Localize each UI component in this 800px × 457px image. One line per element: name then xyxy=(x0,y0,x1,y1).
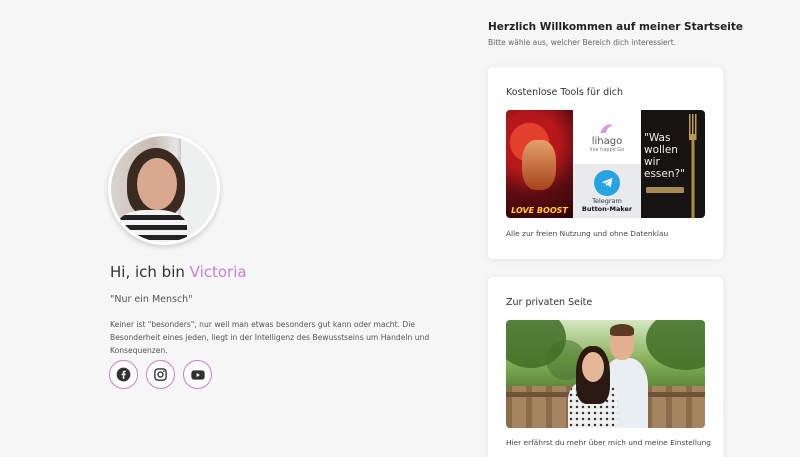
profile-bio: Keiner ist "besonders", nur weil man etw… xyxy=(110,320,430,355)
tools-card[interactable]: Kostenlose Tools für dich LOVE BOOST lih… xyxy=(488,67,723,259)
lihago-tile[interactable]: lihago live happy Go xyxy=(573,110,641,164)
lovebooster-tile[interactable]: LOVE BOOST xyxy=(506,110,573,218)
instagram-link[interactable] xyxy=(146,360,175,389)
profile-name: Victoria xyxy=(189,263,247,281)
lihago-name: lihago xyxy=(591,135,623,147)
private-card-title[interactable]: Zur privaten Seite xyxy=(506,297,592,308)
youtube-link[interactable] xyxy=(183,360,212,389)
telegram-icon xyxy=(601,177,612,188)
profile-greeting: Hi, ich bin Victoria xyxy=(110,263,247,281)
fork-icon xyxy=(689,114,697,218)
greeting-prefix: Hi, ich bin xyxy=(110,263,185,281)
lihago-tagline: live happy Go xyxy=(589,146,625,153)
tools-card-title[interactable]: Kostenlose Tools für dich xyxy=(506,87,623,98)
food-tile-text: "Was wollen wir essen?" xyxy=(644,132,685,180)
profile-quote: "Nur ein Mensch" xyxy=(110,294,193,305)
private-card[interactable]: Zur privaten Seite Hier erfährst du mehr… xyxy=(488,277,723,457)
food-tile[interactable]: "Was wollen wir essen?" xyxy=(641,110,705,218)
tools-card-caption: Alle zur freien Nutzung und ohne Datenkl… xyxy=(506,229,669,238)
social-links xyxy=(109,360,212,389)
facebook-link[interactable] xyxy=(109,360,138,389)
tools-image-grid[interactable]: LOVE BOOST lihago live happy Go Telegram… xyxy=(506,110,705,218)
youtube-icon xyxy=(190,369,205,380)
facebook-icon xyxy=(116,367,131,382)
private-couple-photo[interactable] xyxy=(506,320,705,428)
profile-avatar xyxy=(108,133,220,245)
lihago-logo-icon xyxy=(600,124,614,133)
welcome-subtitle: Bitte wähle aus, welcher Bereich dich in… xyxy=(488,38,677,47)
welcome-title: Herzlich Willkommen auf meiner Startseit… xyxy=(488,21,744,33)
instagram-icon xyxy=(154,368,167,381)
profile-photo xyxy=(111,136,217,242)
private-card-caption: Hier erfährst du mehr über mich und mein… xyxy=(506,438,711,447)
telegram-label-line1: Telegram xyxy=(592,196,622,205)
lovebooster-label: LOVE BOOST xyxy=(511,206,568,215)
telegram-label-line2: Button-Maker xyxy=(581,204,633,213)
telegram-tile[interactable]: Telegram Button-Maker xyxy=(573,164,641,218)
